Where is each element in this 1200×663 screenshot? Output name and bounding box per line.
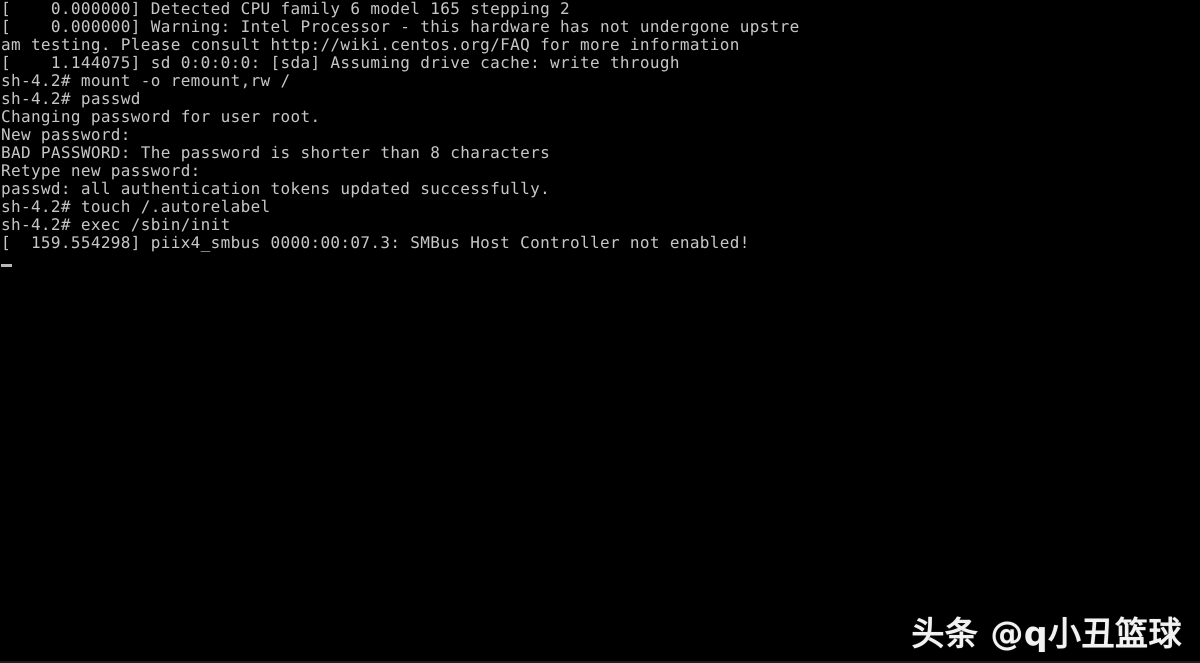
console-line: BAD PASSWORD: The password is shorter th… bbox=[1, 143, 551, 162]
watermark: 头条 @q小丑篮球 bbox=[911, 614, 1182, 653]
console-line: sh-4.2# mount -o remount,rw / bbox=[1, 71, 291, 90]
console-line: Changing password for user root. bbox=[1, 107, 321, 126]
console-line: sh-4.2# touch /.autorelabel bbox=[1, 197, 271, 216]
console-line: am testing. Please consult http://wiki.c… bbox=[1, 35, 740, 54]
terminal-output[interactable]: [ 0.000000] Detected CPU family 6 model … bbox=[0, 0, 1200, 270]
console-line: sh-4.2# exec /sbin/init bbox=[1, 215, 231, 234]
console-line: passwd: all authentication tokens update… bbox=[1, 179, 551, 198]
console-line: Retype new password: bbox=[1, 161, 201, 180]
text-cursor bbox=[1, 264, 12, 267]
console-line: [ 0.000000] Detected CPU family 6 model … bbox=[1, 0, 571, 18]
console-line: [ 1.144075] sd 0:0:0:0: [sda] Assuming d… bbox=[1, 53, 680, 72]
console-line: [ 0.000000] Warning: Intel Processor - t… bbox=[1, 17, 800, 36]
console-line: New password: bbox=[1, 125, 131, 144]
console-line: sh-4.2# passwd bbox=[1, 89, 141, 108]
console-line: [ 159.554298] piix4_smbus 0000:00:07.3: … bbox=[1, 233, 750, 252]
console-screen: [ 0.000000] Detected CPU family 6 model … bbox=[0, 0, 1200, 663]
cursor-row bbox=[0, 252, 1200, 270]
